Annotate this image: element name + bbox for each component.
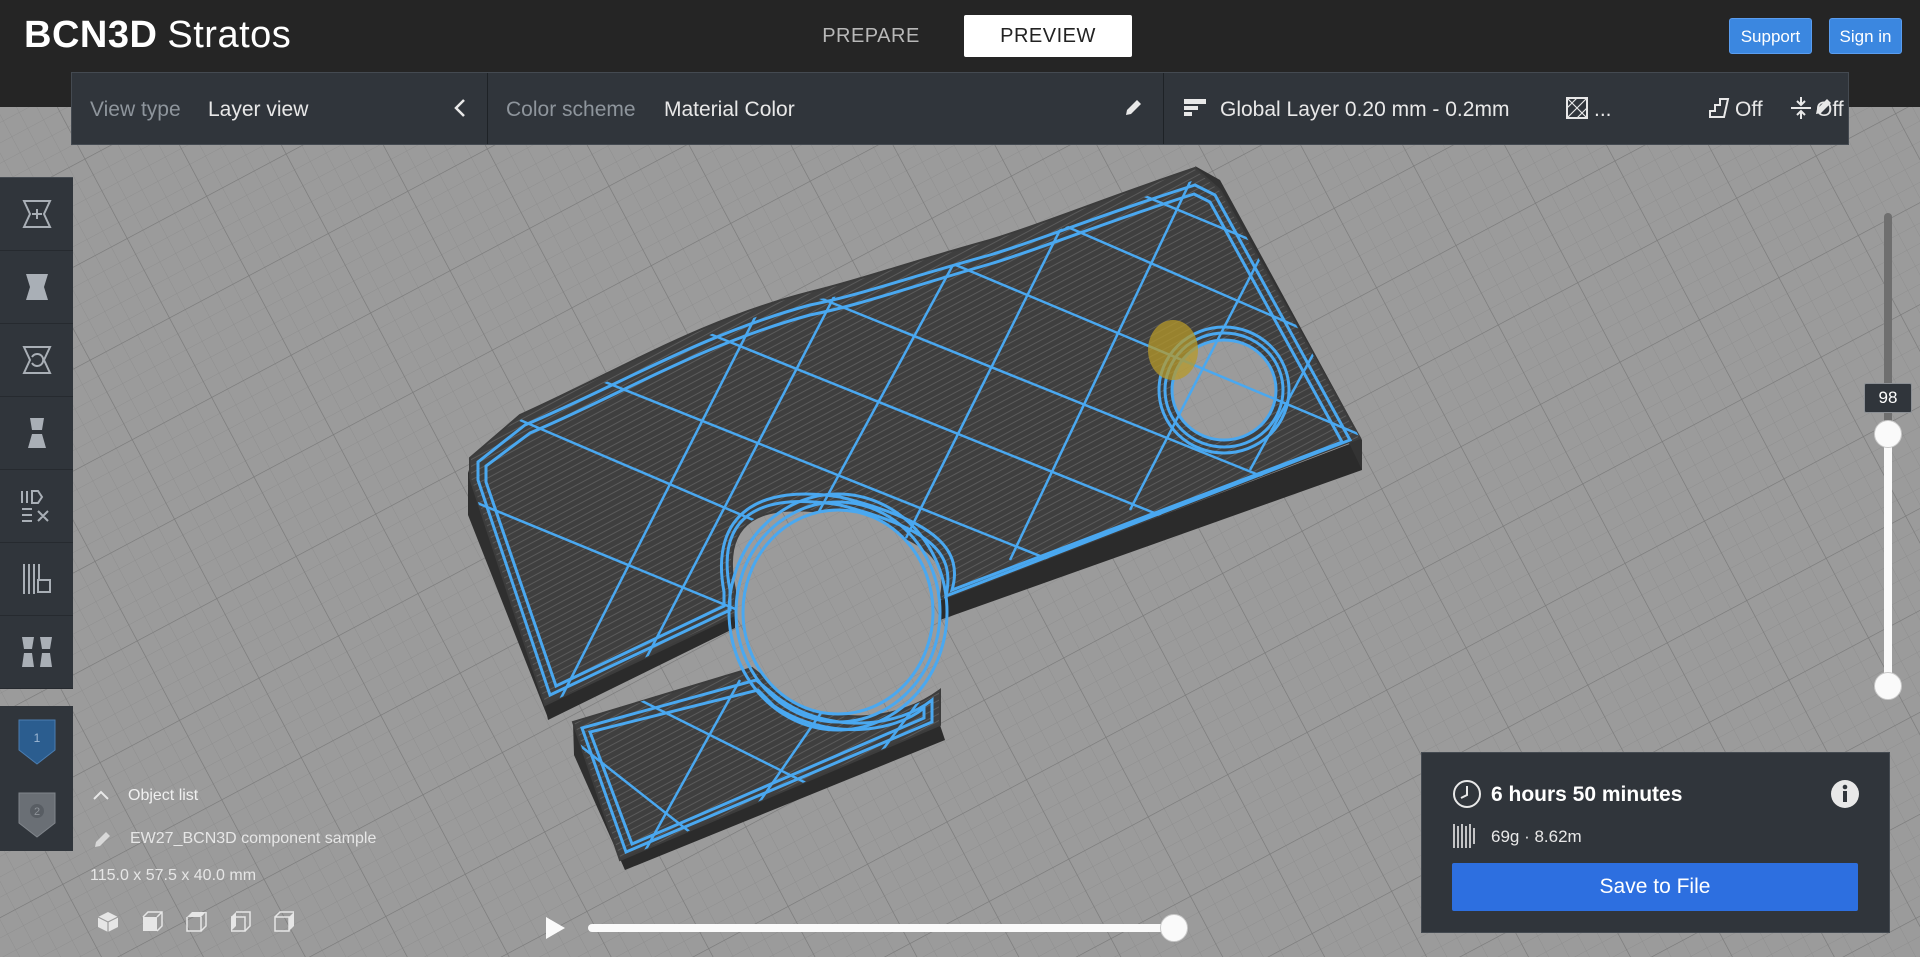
brand-name-bold: BCN3D xyxy=(24,14,158,56)
tab-preview[interactable]: PREVIEW xyxy=(964,15,1132,57)
color-scheme-label: Color scheme xyxy=(506,98,636,121)
extruder-2-button[interactable]: 2 xyxy=(0,779,73,851)
brand-logo: BCN3D Stratos xyxy=(24,14,291,57)
layer-slider-top-handle[interactable] xyxy=(1874,420,1902,448)
view-type-value[interactable]: Layer view xyxy=(208,98,308,122)
view-front-icon[interactable] xyxy=(140,910,164,934)
pencil-icon[interactable] xyxy=(1120,95,1146,121)
global-layer-value: Global Layer 0.20 mm - 0.2mm xyxy=(1220,98,1510,121)
print-mode-button[interactable] xyxy=(0,616,73,689)
color-scheme-section[interactable]: Color scheme Material Color xyxy=(487,73,1163,144)
clock-icon xyxy=(1453,780,1481,808)
view-type-section[interactable]: View type Layer view xyxy=(72,73,487,144)
support-blocker-icon xyxy=(22,564,51,594)
support-icon xyxy=(1709,98,1730,118)
extruder-2-number: 2 xyxy=(33,806,39,818)
chevron-up-icon[interactable] xyxy=(92,789,110,801)
simulation-timeline[interactable] xyxy=(588,924,1174,932)
support-value: Off xyxy=(1735,98,1763,121)
timeline-handle[interactable] xyxy=(1160,914,1188,942)
extruder-1-button[interactable]: 1 xyxy=(0,706,73,778)
per-model-settings-icon xyxy=(20,490,49,522)
scale-icon xyxy=(25,274,48,300)
view-options-bar: View type Layer view Color scheme Materi… xyxy=(71,72,1849,145)
object-dimensions: 115.0 x 57.5 x 40.0 mm xyxy=(90,867,257,884)
extruder-1-number: 1 xyxy=(33,731,40,745)
edit-pencil-icon[interactable] xyxy=(92,828,114,850)
sign-in-button[interactable]: Sign in xyxy=(1829,18,1902,54)
chevron-left-icon[interactable] xyxy=(448,95,474,121)
color-scheme-value[interactable]: Material Color xyxy=(664,98,795,122)
settings-pencil-icon[interactable] xyxy=(1810,94,1836,120)
material-usage: 69g · 8.62m xyxy=(1491,827,1582,846)
layer-slider-bottom-handle[interactable] xyxy=(1874,672,1902,700)
info-icon[interactable] xyxy=(1830,779,1860,809)
extruder-selector: 1 2 xyxy=(0,706,73,851)
save-to-file-button[interactable]: Save to File xyxy=(1452,863,1858,911)
view-top-icon[interactable] xyxy=(184,910,208,934)
print-mode-icon xyxy=(21,637,52,667)
current-layer-field[interactable]: 98 xyxy=(1864,383,1912,413)
per-model-settings-button[interactable] xyxy=(0,470,73,543)
move-tool-button[interactable] xyxy=(0,178,73,251)
move-icon xyxy=(21,200,52,228)
view-type-label: View type xyxy=(90,98,181,121)
support-button[interactable]: Support xyxy=(1729,18,1812,54)
rotate-icon xyxy=(21,346,52,374)
layer-height-icon xyxy=(1184,99,1206,116)
left-toolbar xyxy=(0,177,73,689)
infill-icon xyxy=(1566,97,1588,119)
object-name[interactable]: EW27_BCN3D component sample xyxy=(130,830,376,848)
extruder-2-icon: 2 xyxy=(18,792,55,838)
extruder-1-icon: 1 xyxy=(18,719,55,765)
layer-slider-range xyxy=(1884,433,1892,686)
scale-tool-button[interactable] xyxy=(0,251,73,324)
play-button[interactable] xyxy=(542,914,568,942)
view-left-icon[interactable] xyxy=(228,910,252,934)
tab-prepare[interactable]: PREPARE xyxy=(787,15,955,57)
nozzle-indicator xyxy=(1148,320,1198,380)
brand-name-light: Stratos xyxy=(167,14,292,56)
support-blocker-button[interactable] xyxy=(0,543,73,616)
filament-icon xyxy=(1453,824,1475,848)
object-list-header[interactable]: Object list xyxy=(128,787,198,805)
infill-value: ... xyxy=(1594,98,1612,121)
view-3d-icon[interactable] xyxy=(96,910,120,934)
print-settings-section[interactable]: Global Layer 0.20 mm - 0.2mm ... Off Off xyxy=(1163,73,1849,144)
rotate-tool-button[interactable] xyxy=(0,324,73,397)
print-time: 6 hours 50 minutes xyxy=(1491,783,1683,806)
print-info-panel: 6 hours 50 minutes 69g · 8.62m Save to F… xyxy=(1421,752,1890,933)
view-right-icon[interactable] xyxy=(272,910,296,934)
mirror-tool-button[interactable] xyxy=(0,397,73,470)
mirror-icon xyxy=(27,418,46,448)
